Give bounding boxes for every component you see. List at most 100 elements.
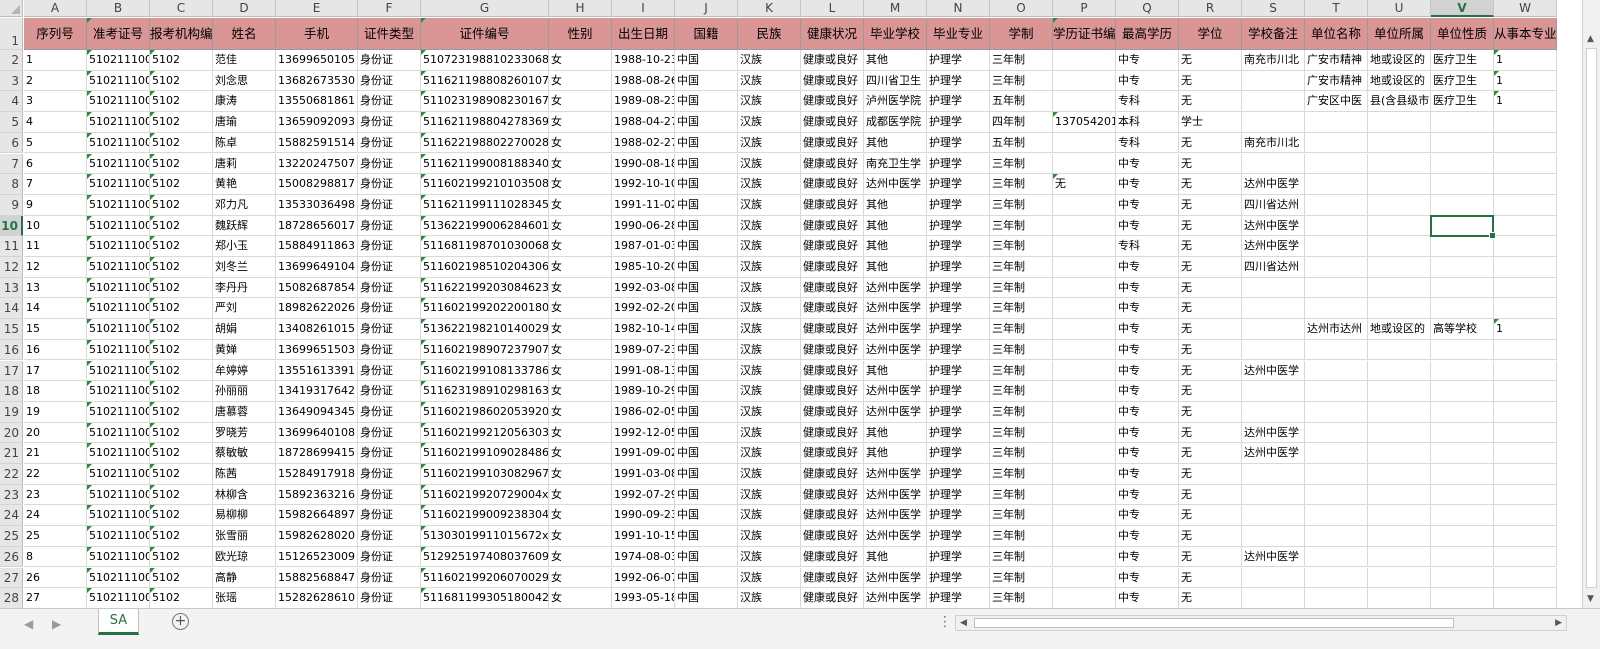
- cell-n6[interactable]: 护理学: [927, 132, 990, 154]
- cell-r22[interactable]: 无: [1179, 464, 1242, 485]
- cell-d25[interactable]: 张雪丽: [213, 526, 276, 547]
- cell-e8[interactable]: 15008298817: [276, 174, 358, 195]
- cell-b9[interactable]: 510211100009: [87, 194, 150, 216]
- cell-a16[interactable]: 16: [24, 339, 87, 361]
- cell-u3[interactable]: 地或设区的: [1368, 70, 1431, 92]
- cell-h16[interactable]: 女: [549, 339, 612, 361]
- header-cell-t[interactable]: 单位名称: [1305, 18, 1368, 50]
- cell-w22[interactable]: [1494, 464, 1557, 485]
- cell-q13[interactable]: 中专: [1116, 277, 1179, 299]
- cell-h22[interactable]: 女: [549, 464, 612, 485]
- cell-n20[interactable]: 护理学: [927, 422, 990, 444]
- row-header-5[interactable]: 5: [0, 112, 23, 133]
- cell-a2[interactable]: 1: [24, 50, 87, 71]
- cell-i11[interactable]: 1987-01-03: [612, 236, 675, 257]
- cell-s4[interactable]: [1242, 91, 1305, 113]
- cell-l10[interactable]: 健康或良好: [801, 215, 864, 237]
- cell-p10[interactable]: [1053, 215, 1116, 237]
- cell-q21[interactable]: 中专: [1116, 443, 1179, 464]
- cell-v16[interactable]: [1431, 339, 1494, 361]
- cell-p12[interactable]: [1053, 257, 1116, 278]
- cell-k2[interactable]: 汉族: [738, 50, 801, 71]
- cell-o6[interactable]: 五年制: [990, 132, 1053, 154]
- cell-j13[interactable]: 中国: [675, 277, 738, 299]
- cell-c7[interactable]: 5102: [150, 153, 213, 175]
- cell-v13[interactable]: [1431, 277, 1494, 299]
- cell-b3[interactable]: 510211100037: [87, 70, 150, 92]
- cell-k24[interactable]: 汉族: [738, 505, 801, 527]
- cell-n19[interactable]: 护理学: [927, 401, 990, 423]
- header-cell-b[interactable]: 准考证号: [87, 18, 150, 50]
- cell-e9[interactable]: 13533036498: [276, 194, 358, 216]
- cell-o16[interactable]: 三年制: [990, 339, 1053, 361]
- cell-m12[interactable]: 其他: [864, 257, 927, 278]
- row-header-16[interactable]: 16: [0, 339, 23, 361]
- cell-g2[interactable]: 510723198810233068: [421, 50, 549, 71]
- cell-g8[interactable]: 511602199210103508: [421, 174, 549, 195]
- cell-b11[interactable]: 510211100009: [87, 236, 150, 257]
- cell-e12[interactable]: 13699649104: [276, 257, 358, 278]
- cell-e19[interactable]: 13649094345: [276, 401, 358, 423]
- cell-s22[interactable]: [1242, 464, 1305, 485]
- cell-n10[interactable]: 护理学: [927, 215, 990, 237]
- cell-o28[interactable]: 三年制: [990, 588, 1053, 608]
- header-cell-q[interactable]: 最高学历: [1116, 18, 1179, 50]
- cell-e14[interactable]: 18982622026: [276, 298, 358, 320]
- cell-q11[interactable]: 专科: [1116, 236, 1179, 257]
- row-header-17[interactable]: 17: [0, 360, 23, 382]
- cell-w7[interactable]: [1494, 153, 1557, 175]
- cell-j4[interactable]: 中国: [675, 91, 738, 113]
- column-header-q[interactable]: Q: [1116, 0, 1179, 17]
- cell-g27[interactable]: 511602199206070029: [421, 567, 549, 589]
- header-cell-d[interactable]: 姓名: [213, 18, 276, 50]
- cell-b12[interactable]: 510211100009: [87, 257, 150, 278]
- cell-k18[interactable]: 汉族: [738, 381, 801, 402]
- ellipsis-icon[interactable]: ⋮: [938, 614, 952, 630]
- cell-c2[interactable]: 5102: [150, 50, 213, 71]
- cell-b15[interactable]: 510211100009: [87, 319, 150, 340]
- cell-c5[interactable]: 5102: [150, 112, 213, 133]
- cell-v2[interactable]: 医疗卫生: [1431, 50, 1494, 71]
- cell-r5[interactable]: 学士: [1179, 112, 1242, 133]
- cell-u22[interactable]: [1368, 464, 1431, 485]
- cell-c24[interactable]: 5102: [150, 505, 213, 527]
- cell-g28[interactable]: 511681199305180042: [421, 588, 549, 608]
- row-header-14[interactable]: 14: [0, 298, 23, 320]
- column-header-h[interactable]: H: [549, 0, 612, 17]
- cell-k25[interactable]: 汉族: [738, 526, 801, 547]
- header-cell-r[interactable]: 学位: [1179, 18, 1242, 50]
- cell-u10[interactable]: [1368, 215, 1431, 237]
- cell-b14[interactable]: 510211100009: [87, 298, 150, 320]
- cell-d5[interactable]: 唐瑜: [213, 112, 276, 133]
- cell-l8[interactable]: 健康或良好: [801, 174, 864, 195]
- cell-d26[interactable]: 欧光琼: [213, 546, 276, 568]
- row-header-19[interactable]: 19: [0, 401, 23, 423]
- cell-m2[interactable]: 其他: [864, 50, 927, 71]
- cell-o7[interactable]: 三年制: [990, 153, 1053, 175]
- cell-a7[interactable]: 6: [24, 153, 87, 175]
- cell-h13[interactable]: 女: [549, 277, 612, 299]
- cell-f15[interactable]: 身份证: [358, 319, 421, 340]
- cell-w12[interactable]: [1494, 257, 1557, 278]
- cell-a26[interactable]: 8: [24, 546, 87, 568]
- cell-s15[interactable]: [1242, 319, 1305, 340]
- cell-m22[interactable]: 达州中医学: [864, 464, 927, 485]
- column-header-e[interactable]: E: [276, 0, 358, 17]
- cell-a9[interactable]: 9: [24, 194, 87, 216]
- column-header-r[interactable]: R: [1179, 0, 1242, 17]
- cell-u7[interactable]: [1368, 153, 1431, 175]
- cell-k15[interactable]: 汉族: [738, 319, 801, 340]
- cell-k12[interactable]: 汉族: [738, 257, 801, 278]
- cell-o26[interactable]: 三年制: [990, 546, 1053, 568]
- cell-g19[interactable]: 511602198602053920: [421, 401, 549, 423]
- cell-g6[interactable]: 511622198802270028: [421, 132, 549, 154]
- column-header-c[interactable]: C: [150, 0, 213, 17]
- cell-s20[interactable]: 达州中医学: [1242, 422, 1305, 444]
- cell-m23[interactable]: 达州中医学: [864, 484, 927, 506]
- header-cell-v[interactable]: 单位性质: [1431, 18, 1494, 50]
- row-header-3[interactable]: 3: [0, 70, 23, 92]
- cell-r10[interactable]: 无: [1179, 215, 1242, 237]
- cell-h21[interactable]: 女: [549, 443, 612, 464]
- scroll-right-arrow-icon[interactable]: ▶: [1555, 616, 1562, 630]
- cell-w23[interactable]: [1494, 484, 1557, 506]
